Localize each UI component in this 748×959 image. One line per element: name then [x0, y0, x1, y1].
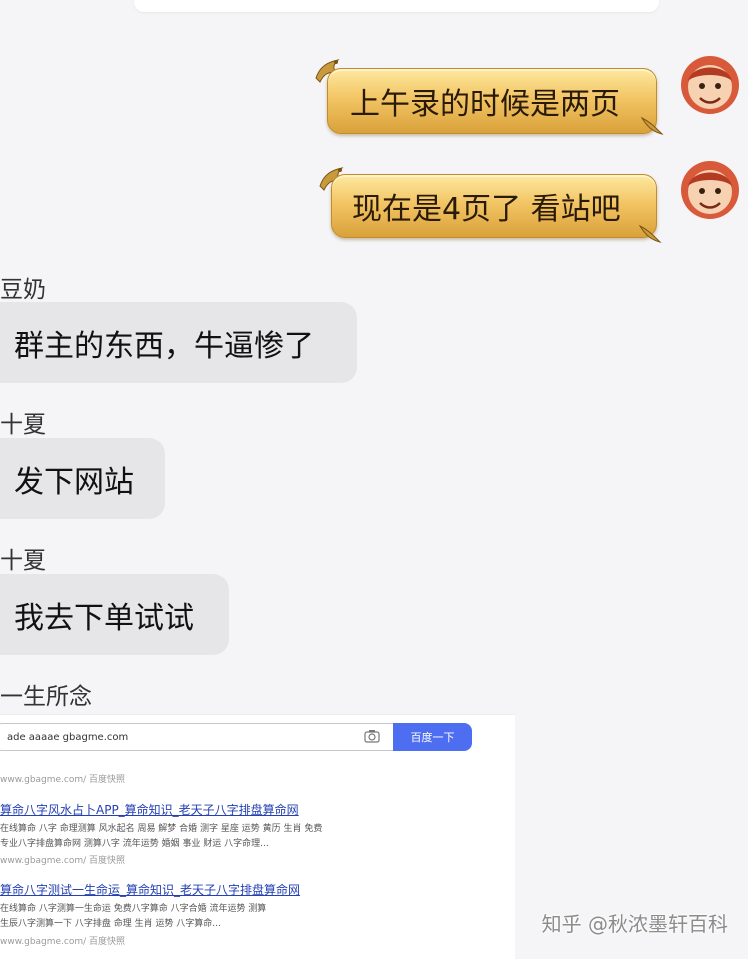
- dragon-tail-icon: [640, 116, 664, 135]
- result-title: 算命八字测试一生命运_算命知识_老天子八字排盘算命网: [0, 883, 301, 897]
- sent-message-bubble: 上午录的时候是两页: [327, 68, 657, 134]
- sender-name: 十夏: [0, 412, 46, 438]
- received-message-text: 我去下单试试: [14, 600, 194, 636]
- sent-message-text: 现在是4页了 看站吧: [352, 192, 621, 227]
- image-message-search-screenshot[interactable]: ade aaaae gbagme.com 百度一下 www.gbagme.com…: [0, 714, 515, 959]
- sent-message-text: 上午录的时候是两页: [350, 87, 620, 122]
- avatar[interactable]: [680, 55, 740, 115]
- watermark: 知乎 @秋浓墨轩百科: [541, 912, 728, 936]
- search-button-label: 百度一下: [410, 731, 455, 744]
- result-snippet: 在线算命 八字 命理测算 风水起名 周易 解梦 合婚 测字 星座 运势 黄历 生…: [0, 824, 323, 834]
- dragon-tail-icon: [638, 224, 662, 243]
- received-message-text: 发下网站: [14, 464, 134, 500]
- sender-name: 一生所念: [0, 684, 92, 710]
- camera-icon: [364, 730, 380, 743]
- received-message-bubble: 群主的东西，牛逼惨了: [0, 302, 357, 383]
- sender-name: 豆奶: [0, 277, 46, 303]
- received-message-bubble: 我去下单试试: [0, 574, 229, 655]
- received-message-text: 群主的东西，牛逼惨了: [14, 328, 314, 364]
- search-button: 百度一下: [393, 723, 472, 751]
- sent-message-bubble: 现在是4页了 看站吧: [331, 174, 657, 238]
- result-snippet: 生辰八字测算一下 八字排盘 命理 生肖 运势 八字算命...: [0, 919, 221, 929]
- result-source: www.gbagme.com/ 百度快照: [0, 937, 126, 947]
- previous-message-bubble: [134, 0, 659, 12]
- result-snippet: 专业八字排盘算命网 测算八字 流年运势 婚姻 事业 财运 八字命理...: [0, 839, 269, 849]
- received-message-bubble: 发下网站: [0, 438, 165, 519]
- result-meta: www.gbagme.com/ 百度快照: [0, 775, 126, 785]
- result-title: 算命八字风水占卜APP_算命知识_老天子八字排盘算命网: [0, 803, 299, 817]
- avatar[interactable]: [680, 160, 740, 220]
- search-query: ade aaaae gbagme.com: [7, 731, 129, 743]
- result-source: www.gbagme.com/ 百度快照: [0, 856, 126, 866]
- sender-name: 十夏: [0, 548, 46, 574]
- search-input: ade aaaae gbagme.com: [0, 723, 394, 751]
- result-snippet: 在线算命 八字测算一生命运 免费八字算命 八字合婚 流年运势 测算: [0, 904, 267, 914]
